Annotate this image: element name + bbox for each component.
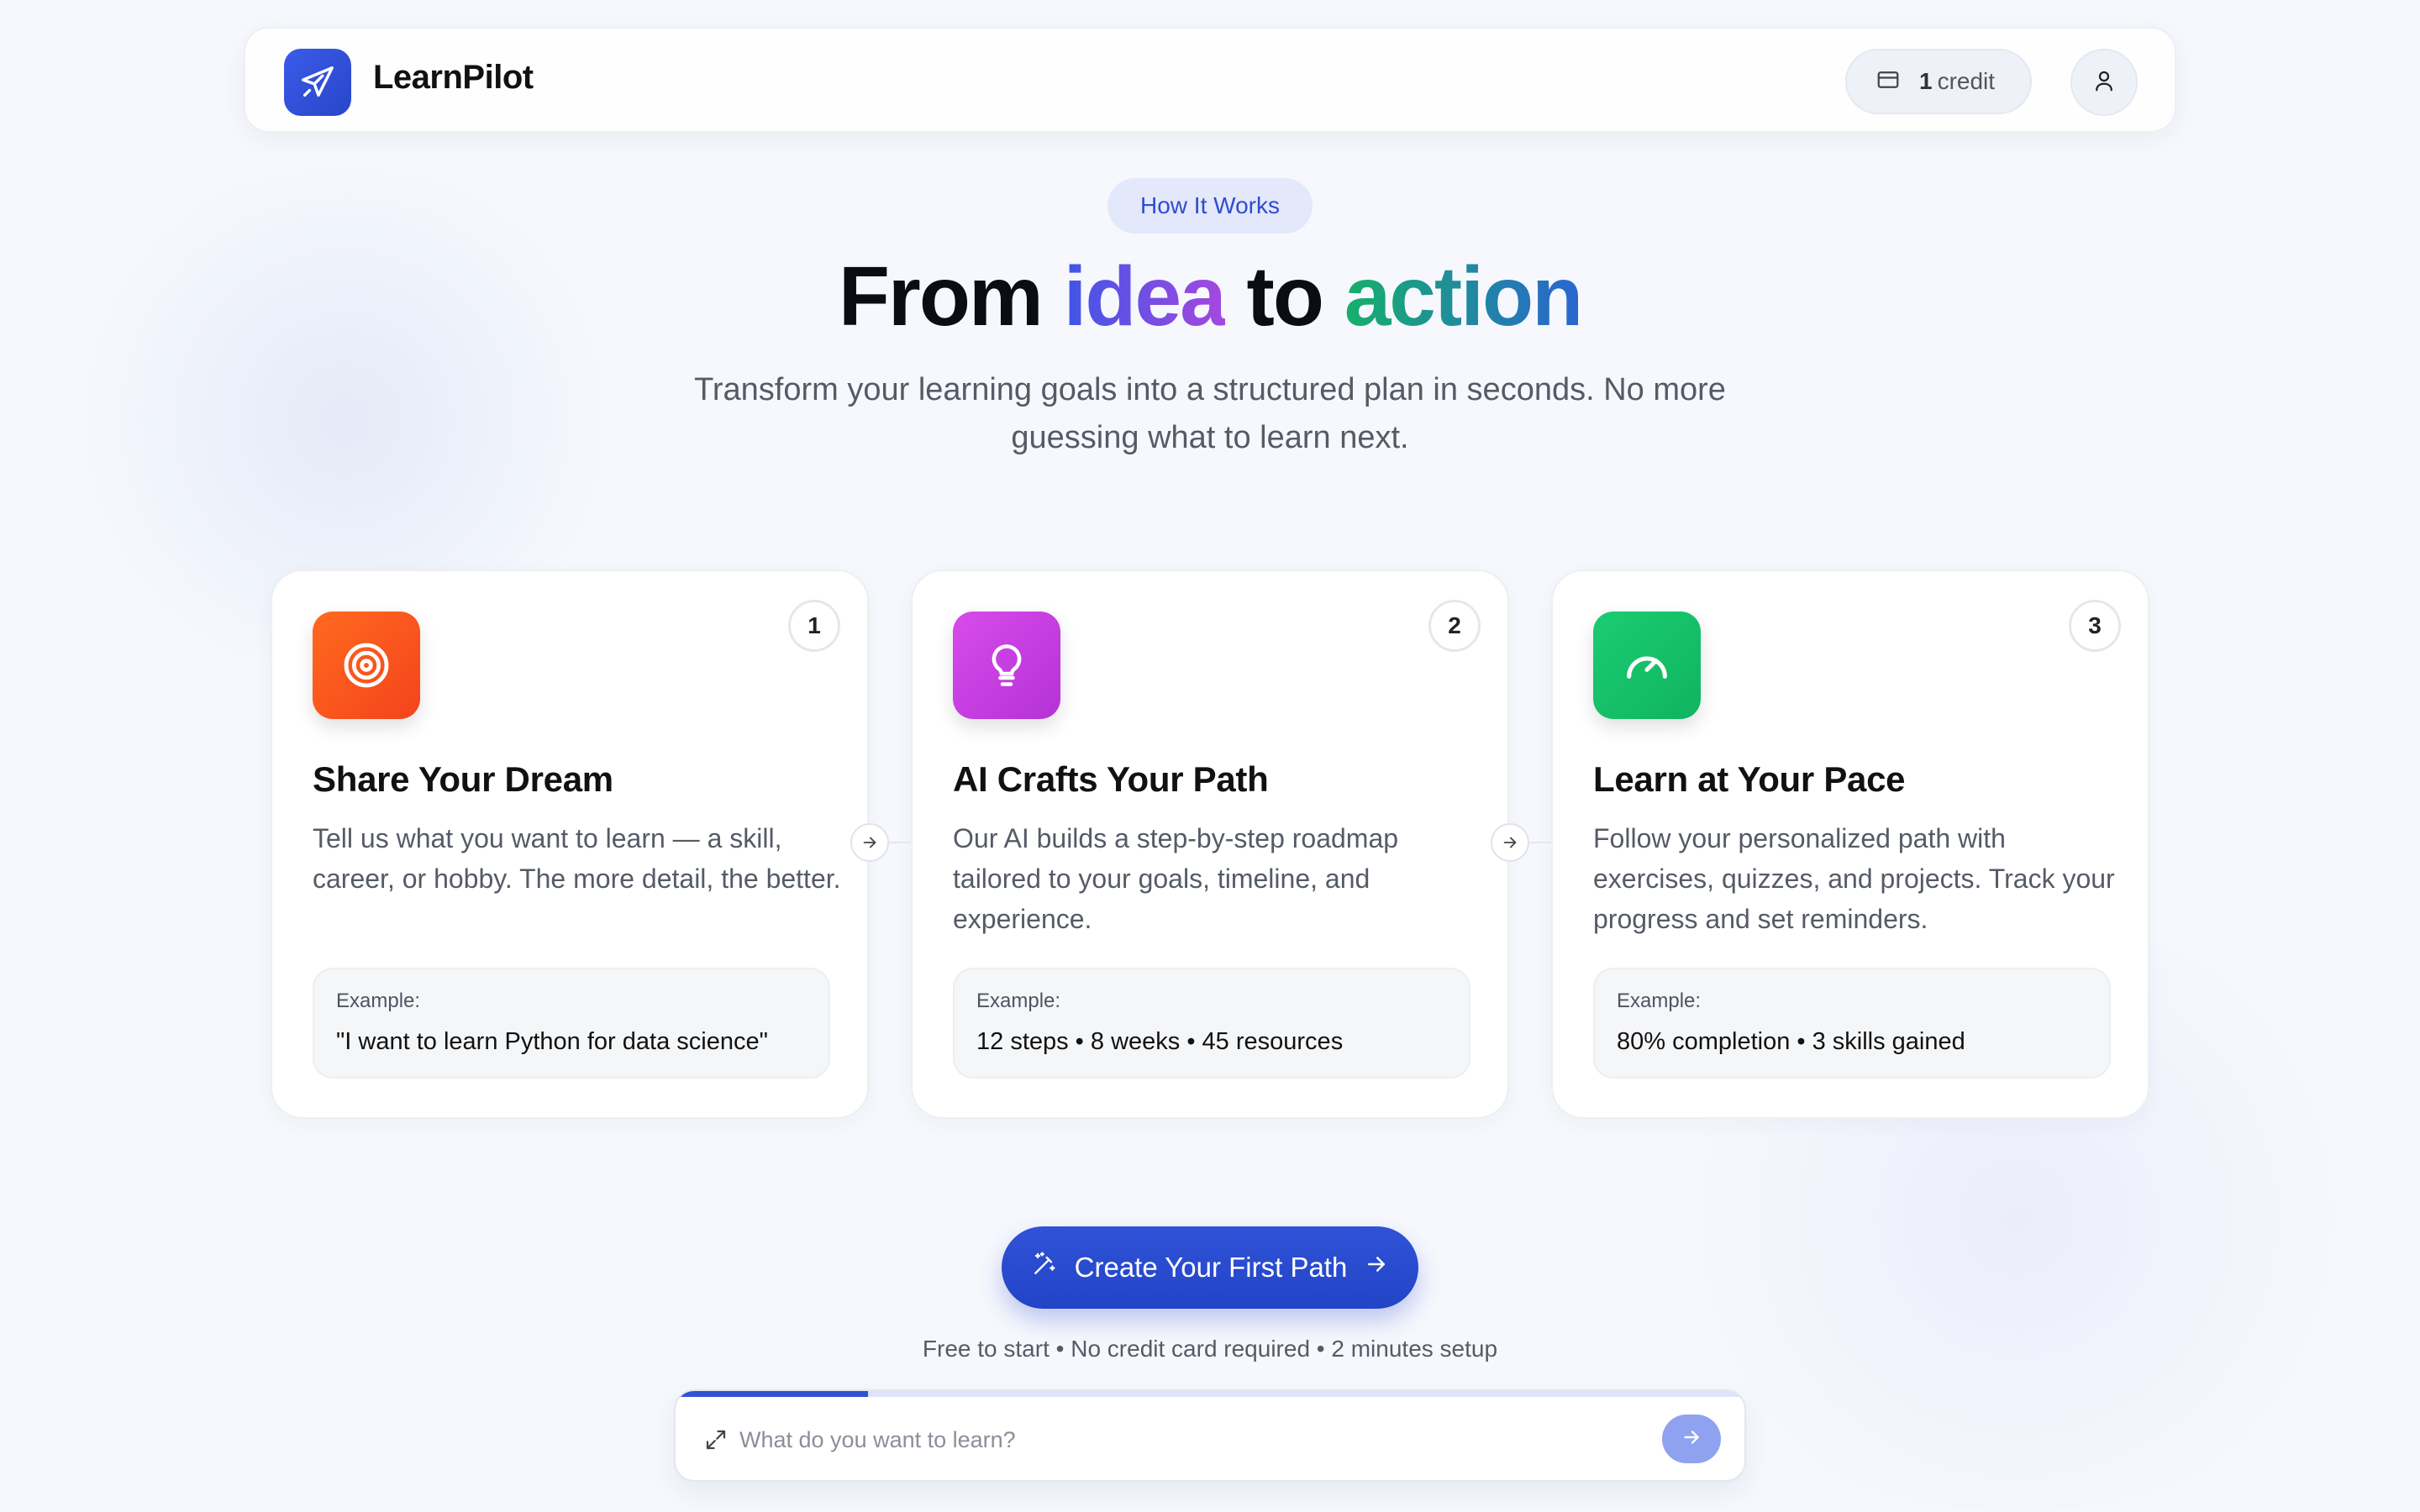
example-label: Example: — [336, 990, 421, 1012]
step-example: Example: "I want to learn Python for dat… — [313, 968, 830, 1079]
step-card-3: 3 Learn at Your Pace Follow your persona… — [1551, 570, 2149, 1119]
logo-icon[interactable] — [284, 49, 351, 116]
step-example: Example: 12 steps • 8 weeks • 45 resourc… — [953, 968, 1470, 1079]
expand-icon[interactable] — [701, 1425, 731, 1455]
cta-label: Create Your First Path — [1074, 1252, 1348, 1283]
step-number: 3 — [2069, 600, 2121, 652]
learn-goal-input[interactable] — [739, 1416, 1647, 1463]
step-title: AI Crafts Your Path — [953, 759, 1269, 799]
example-value: "I want to learn Python for data science… — [336, 1028, 768, 1055]
credits-label: credit — [1937, 68, 1996, 94]
target-icon — [313, 612, 420, 719]
arrow-right-icon — [1681, 1426, 1702, 1452]
user-menu-button[interactable] — [2070, 49, 2138, 116]
step-number: 2 — [1428, 600, 1481, 652]
page-title: From idea to action — [0, 249, 2420, 345]
example-label: Example: — [976, 990, 1061, 1012]
step-description: Follow your personalized path with exerc… — [1593, 823, 2115, 934]
example-value: 12 steps • 8 weeks • 45 resources — [976, 1028, 1344, 1055]
lightbulb-icon — [953, 612, 1060, 719]
arrow-right-icon — [1364, 1252, 1389, 1284]
credit-card-icon — [1876, 67, 1901, 97]
cta-fine-print: Free to start • No credit card required … — [922, 1336, 1498, 1362]
example-value: 80% completion • 3 skills gained — [1617, 1028, 1965, 1055]
user-icon — [2091, 68, 2117, 97]
connector-line — [1528, 842, 1551, 843]
step-example: Example: 80% completion • 3 skills gaine… — [1593, 968, 2111, 1079]
title-part1: From — [838, 249, 1064, 344]
progress-track — [676, 1391, 1744, 1397]
arrow-right-icon — [1491, 823, 1529, 862]
create-first-path-button[interactable]: Create Your First Path — [1002, 1226, 1418, 1309]
step-title: Learn at Your Pace — [1593, 759, 1906, 799]
magic-wand-icon — [1031, 1251, 1058, 1284]
learn-prompt-bar — [674, 1389, 1746, 1482]
step-card-2: 2 AI Crafts Your Path Our AI builds a st… — [911, 570, 1509, 1119]
step-number: 1 — [788, 600, 840, 652]
arrow-right-icon — [850, 823, 889, 862]
credits-count: 1 — [1919, 68, 1933, 94]
title-highlight-action: action — [1344, 249, 1583, 344]
top-navbar: LearnPilot 1 credit — [244, 27, 2176, 133]
progress-fill — [676, 1391, 868, 1397]
credits-button[interactable]: 1 credit — [1845, 49, 2032, 114]
step-card-1: 1 Share Your Dream Tell us what you want… — [271, 570, 869, 1119]
submit-button[interactable] — [1662, 1415, 1721, 1463]
title-highlight-idea: idea — [1063, 249, 1227, 344]
step-title: Share Your Dream — [313, 759, 613, 799]
example-label: Example: — [1617, 990, 1702, 1012]
step-description: Tell us what you want to learn — a skill… — [313, 823, 841, 894]
page-subtitle: Transform your learning goals into a str… — [694, 372, 1726, 455]
brand-name[interactable]: LearnPilot — [373, 59, 534, 97]
step-description: Our AI builds a step-by-step roadmap tai… — [953, 823, 1399, 934]
connector-line — [887, 842, 911, 843]
title-part2: to — [1224, 249, 1344, 344]
how-it-works-badge: How It Works — [1107, 178, 1313, 234]
gauge-icon — [1593, 612, 1701, 719]
